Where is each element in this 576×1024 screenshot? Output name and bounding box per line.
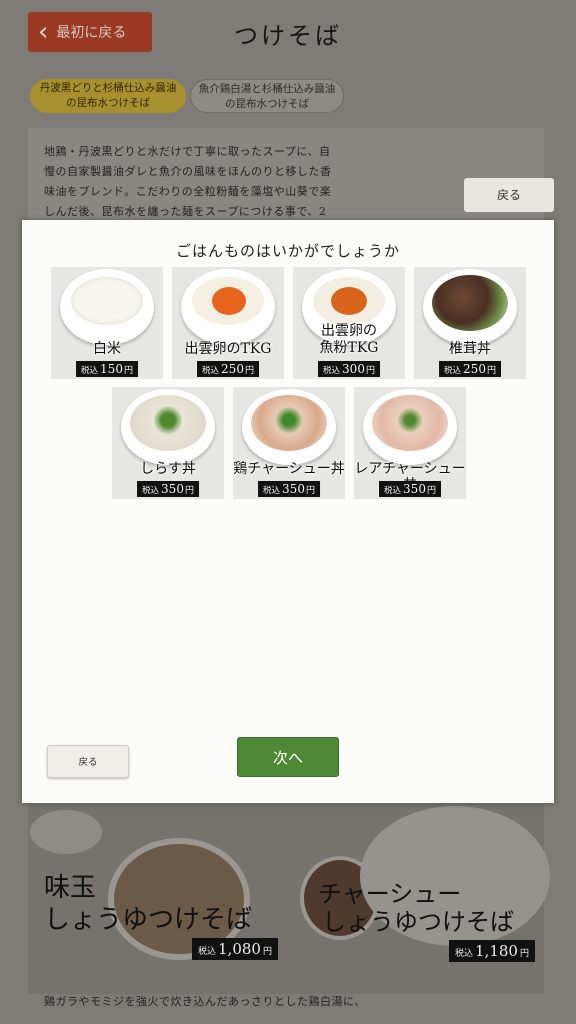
tax-label: 税込 <box>455 949 474 959</box>
menu-card-name: 白米 <box>93 341 121 357</box>
price-value: 350 <box>282 482 305 496</box>
price-badge: 税込 250 円 <box>197 361 259 377</box>
description-footer: 鶏ガラやモミジを強火で炊き込んだあっさりとした鶏白湯に、 <box>44 995 366 1008</box>
price-value: 300 <box>342 362 365 376</box>
shiitake-image <box>432 275 508 331</box>
rice-dish-suggestion-dialog: ごはんものはいかがでしょうか 白米 税込 150 円 出雲卵のTKG 税込 25… <box>22 220 554 803</box>
price-unit: 円 <box>244 366 254 376</box>
menu-card-fish-powder-tkg[interactable]: 出雲卵の 魚粉TKG 税込 300 円 <box>293 267 405 379</box>
tax-label: 税込 <box>142 486 160 496</box>
chashu-image <box>251 395 327 451</box>
price-value: 350 <box>161 482 184 496</box>
background-back-button[interactable]: 戻る <box>464 178 554 212</box>
price-value: 250 <box>463 362 486 376</box>
rare-chashu-image <box>372 395 448 451</box>
next-button[interactable]: 次へ <box>237 737 339 777</box>
tab-tamba-kurodori[interactable]: 丹波黒どりと杉桶仕込み醤油 の昆布水つけそば <box>30 79 186 113</box>
egg-yolk-image <box>331 287 367 315</box>
tax-label: 税込 <box>198 947 217 957</box>
price-unit: 円 <box>123 366 133 376</box>
price-badge: 税込 1,080 円 <box>192 938 278 960</box>
menu-card-name: しらす丼 <box>140 461 196 477</box>
menu-card-white-rice[interactable]: 白米 税込 150 円 <box>51 267 163 379</box>
menu-card-rare-chashu-bowl[interactable]: レアチャーシュー丼 税込 350 円 <box>354 387 466 499</box>
price-unit: 円 <box>519 949 529 959</box>
tax-label: 税込 <box>81 366 99 376</box>
menu-card-name-line1: 出雲卵の <box>321 323 377 339</box>
shirasu-image <box>130 395 206 451</box>
price-unit: 円 <box>365 366 375 376</box>
dialog-title: ごはんものはいかがでしょうか <box>175 242 400 260</box>
menu-card-chicken-chashu-bowl[interactable]: 鶏チャーシュー丼 税込 350 円 <box>233 387 345 499</box>
menu-item-name-line1: 味玉 <box>44 873 97 903</box>
tab-label-line1: 魚介鶏白湯と杉桶仕込み醤油 <box>198 83 336 95</box>
tax-label: 税込 <box>263 486 281 496</box>
price-badge: 税込 350 円 <box>137 481 199 497</box>
menu-item-name-line2: しょうゆつけそば <box>44 905 253 935</box>
price-value: 150 <box>100 362 123 376</box>
tab-label-line2: の昆布水つけそば <box>225 98 309 110</box>
menu-card-tkg[interactable]: 出雲卵のTKG 税込 250 円 <box>172 267 284 379</box>
menu-item-name-line1: チャーシュー <box>318 880 462 908</box>
price-badge: 税込 350 円 <box>258 481 320 497</box>
price-value: 1,180 <box>475 942 518 960</box>
tax-label: 税込 <box>444 366 462 376</box>
price-badge: 税込 150 円 <box>76 361 138 377</box>
price-unit: 円 <box>305 486 315 496</box>
price-unit: 円 <box>184 486 194 496</box>
tax-label: 税込 <box>323 366 341 376</box>
price-badge: 税込 300 円 <box>318 361 380 377</box>
price-value: 1,080 <box>218 940 261 958</box>
price-badge: 税込 250 円 <box>439 361 501 377</box>
tab-gyokai-toripaitan[interactable]: 魚介鶏白湯と杉桶仕込み醤油 の昆布水つけそば <box>190 79 344 113</box>
price-unit: 円 <box>262 947 272 957</box>
menu-card-shirasu-bowl[interactable]: しらす丼 税込 350 円 <box>112 387 224 499</box>
menu-card-name: 鶏チャーシュー丼 <box>233 461 345 477</box>
tab-label-line2: の昆布水つけそば <box>66 97 150 109</box>
price-badge: 税込 350 円 <box>379 481 441 497</box>
egg-yolk-image <box>212 287 246 315</box>
price-unit: 円 <box>426 486 436 496</box>
plate-image <box>30 810 102 854</box>
rice-image <box>71 277 143 325</box>
menu-card-shiitake-bowl[interactable]: 椎茸丼 税込 250 円 <box>414 267 526 379</box>
tax-label: 税込 <box>384 486 402 496</box>
price-value: 350 <box>403 482 426 496</box>
menu-card-name: 出雲卵のTKG <box>184 341 272 357</box>
price-unit: 円 <box>486 366 496 376</box>
menu-item-name[interactable]: 味玉 しょうゆつけそば <box>44 872 252 936</box>
tab-label-line1: 丹波黒どりと杉桶仕込み醤油 <box>39 82 177 94</box>
page-title: つけそば <box>234 22 342 50</box>
tax-label: 税込 <box>202 366 220 376</box>
menu-card-name: 椎茸丼 <box>449 341 491 357</box>
menu-item-name-line2: しょうゆつけそば <box>322 908 514 936</box>
price-value: 250 <box>221 362 244 376</box>
price-badge: 税込 1,180 円 <box>449 940 535 962</box>
menu-item-name[interactable]: チャーシュー しょうゆつけそば <box>318 880 514 936</box>
menu-card-name-line2: 魚粉TKG <box>319 340 379 356</box>
dialog-back-button[interactable]: 戻る <box>47 745 129 778</box>
